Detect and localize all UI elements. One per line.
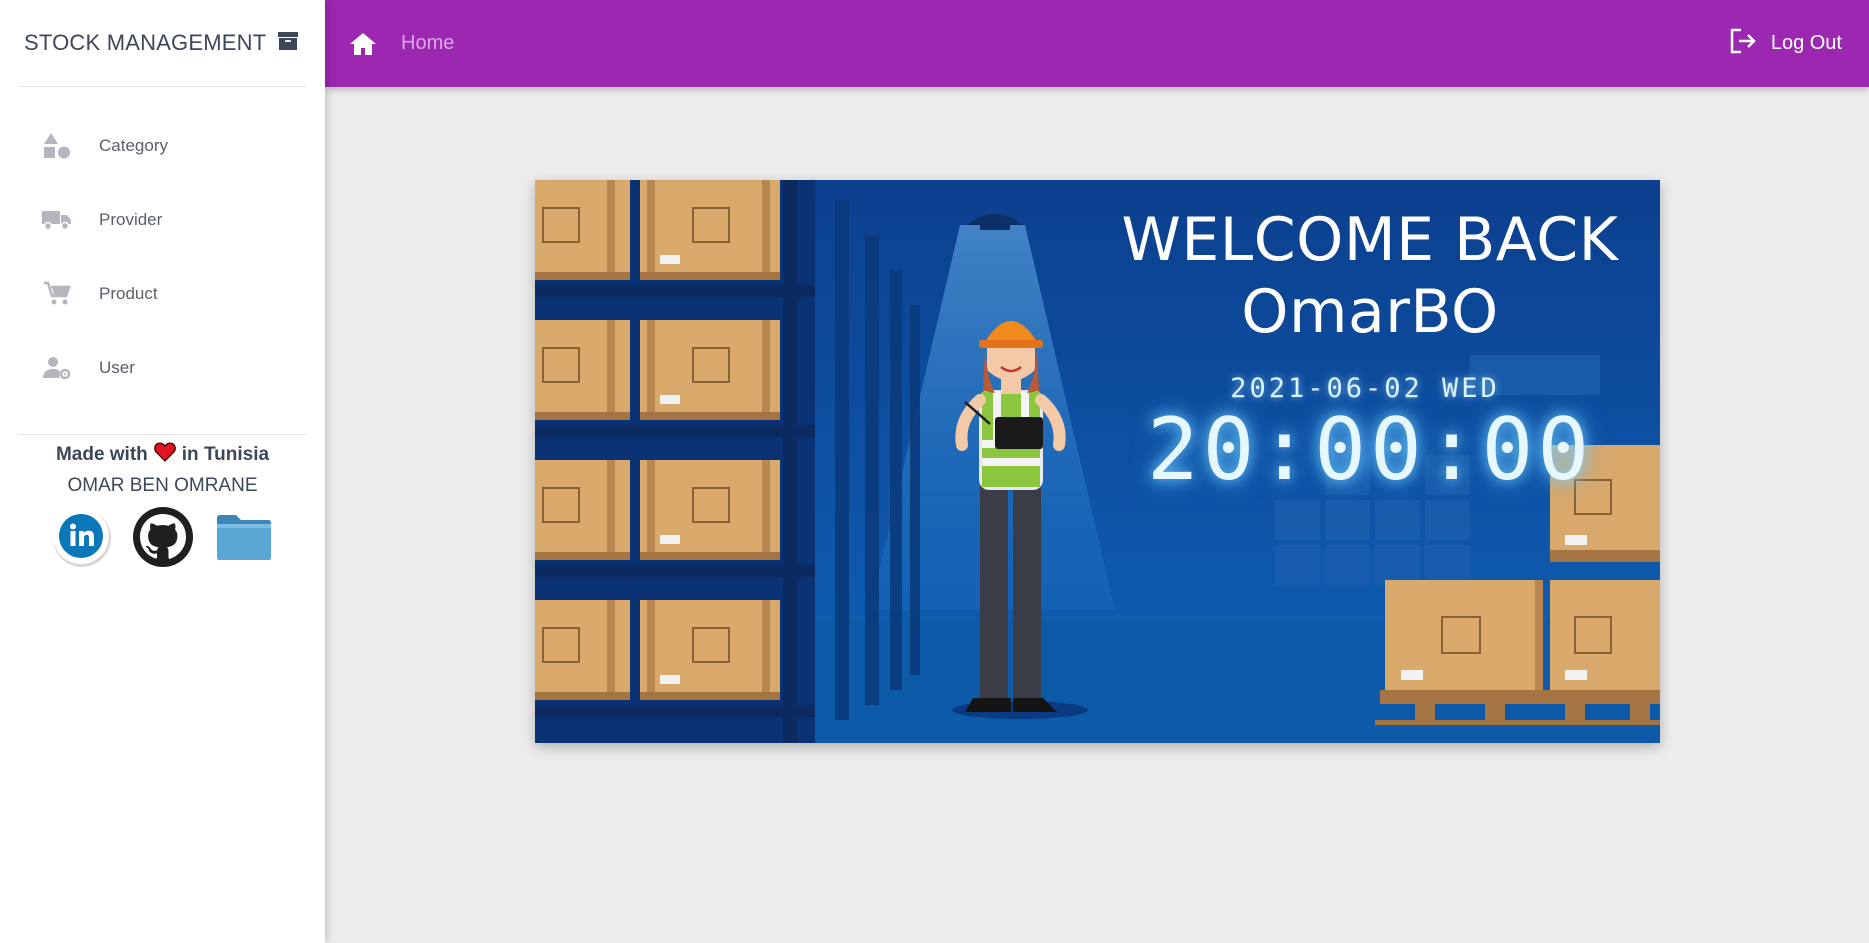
welcome-line: WELCOME BACK xyxy=(1121,205,1619,275)
linkedin-icon xyxy=(51,506,113,573)
credits: Made with in Tunisia OMAR BEN OMRANE xyxy=(0,435,325,571)
sidebar-item-label: User xyxy=(99,358,135,377)
shapes-icon xyxy=(41,131,73,161)
author-name: OMAR BEN OMRANE xyxy=(67,475,258,496)
sidebar-item-provider[interactable]: Provider xyxy=(19,183,306,257)
social-links xyxy=(0,506,325,573)
github-link[interactable] xyxy=(131,506,195,573)
linkedin-link[interactable] xyxy=(50,507,114,571)
top-navbar: Home Log Out xyxy=(325,0,1869,87)
welcome-banner: WELCOME BACK OmarBO 2021-06-02 WED 20:00… xyxy=(535,180,1660,743)
made-with-text: Made with xyxy=(55,444,148,465)
cart-icon xyxy=(41,279,73,309)
archive-icon xyxy=(276,29,300,58)
home-link[interactable]: Home xyxy=(401,32,454,55)
sidebar-item-category[interactable]: Category xyxy=(19,109,306,183)
app-title: STOCK MANAGEMENT xyxy=(24,30,267,55)
logout-label: Log Out xyxy=(1770,32,1842,54)
sidebar: STOCK MANAGEMENT Category Provider Produ… xyxy=(0,0,325,943)
location-text: in Tunisia xyxy=(181,444,270,465)
truck-icon xyxy=(41,205,73,235)
sidebar-nav: Category Provider Product User xyxy=(19,87,306,435)
sidebar-item-label: Category xyxy=(99,136,168,155)
sidebar-item-label: Provider xyxy=(99,210,163,229)
made-with-line: Made with in Tunisia xyxy=(0,439,325,471)
folder-icon xyxy=(215,512,273,567)
brand-header: STOCK MANAGEMENT xyxy=(19,0,306,87)
user-settings-icon xyxy=(41,353,73,383)
github-icon xyxy=(132,506,194,573)
folder-link[interactable] xyxy=(212,507,276,571)
digital-clock: 20:00:00 xyxy=(1146,400,1594,500)
welcome-username: OmarBO xyxy=(1241,277,1499,347)
home-icon[interactable] xyxy=(345,26,381,62)
sidebar-item-product[interactable]: Product xyxy=(19,257,306,331)
welcome-heading: WELCOME BACK OmarBO xyxy=(1095,204,1645,348)
sidebar-item-user[interactable]: User xyxy=(19,331,306,405)
logout-button[interactable]: Log Out xyxy=(1729,28,1842,60)
heart-icon xyxy=(153,442,176,468)
logout-icon xyxy=(1729,28,1757,60)
sidebar-item-label: Product xyxy=(99,284,158,303)
